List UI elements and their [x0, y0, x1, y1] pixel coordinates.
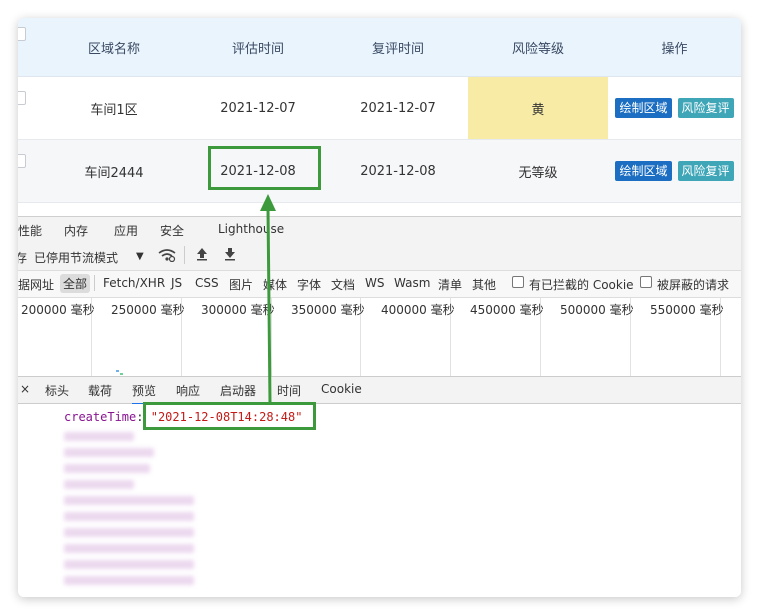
annotation-arrow [260, 194, 276, 404]
